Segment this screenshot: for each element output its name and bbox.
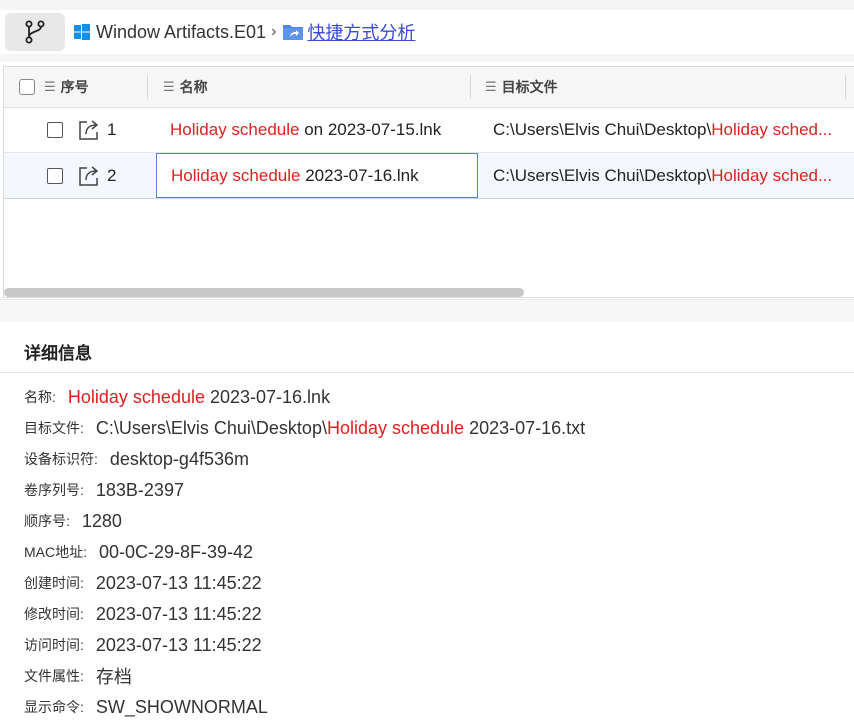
details-panel: 详细信息 名称: Holiday schedule 2023-07-16.lnk… bbox=[0, 322, 854, 725]
detail-mac: MAC地址: 00-0C-29-8F-39-42 bbox=[24, 540, 253, 564]
shortcut-table: ☰ 序号 ☰ 名称 ☰ 目标文件 1 Holiday schedule on 2… bbox=[3, 66, 854, 298]
detail-target-rest: 2023-07-16.txt bbox=[464, 417, 586, 438]
name-rest: on 2023-07-15.lnk bbox=[299, 119, 442, 139]
breadcrumb-separator: › bbox=[271, 23, 277, 40]
detail-value: 2023-07-13 11:45:22 bbox=[95, 603, 262, 624]
name-highlight: Holiday schedule bbox=[170, 119, 300, 139]
name-highlight: Holiday schedule bbox=[171, 165, 301, 185]
detail-modified: 修改时间: 2023-07-13 11:45:22 bbox=[24, 602, 262, 626]
detail-label: 目标文件: bbox=[24, 420, 84, 436]
detail-target: 目标文件: C:\Users\Elvis Chui\Desktop\ Holida… bbox=[24, 416, 585, 440]
table-row[interactable]: 2 Holiday schedule 2023-07-16.lnk C:\Use… bbox=[4, 153, 854, 199]
target-prefix: C:\Users\Elvis Chui\Desktop\ bbox=[493, 165, 712, 185]
table-row[interactable]: 1 Holiday schedule on 2023-07-15.lnk C:\… bbox=[4, 107, 854, 153]
open-external-icon[interactable] bbox=[77, 164, 101, 188]
row-index: 1 bbox=[107, 119, 117, 139]
detail-label: 访问时间: bbox=[24, 637, 84, 653]
column-divider[interactable] bbox=[147, 75, 148, 99]
detail-device: 设备标识符: desktop-g4f536m bbox=[24, 447, 249, 471]
detail-value: 存档 bbox=[95, 667, 132, 687]
detail-label: 创建时间: bbox=[24, 575, 84, 591]
detail-value: SW_SHOWNORMAL bbox=[95, 696, 268, 717]
detail-attributes: 文件属性: 存档 bbox=[24, 664, 132, 688]
details-divider bbox=[0, 372, 854, 373]
git-branch-icon bbox=[25, 20, 45, 44]
detail-label: MAC地址: bbox=[24, 544, 87, 560]
breadcrumb-bar: Window Artifacts.E01 › 快捷方式分析 bbox=[0, 10, 854, 54]
row-index: 2 bbox=[107, 165, 117, 185]
breadcrumb-current[interactable]: 快捷方式分析 bbox=[307, 19, 415, 45]
column-menu-icon: ☰ bbox=[485, 79, 497, 94]
detail-name-rest: 2023-07-16.lnk bbox=[204, 386, 331, 407]
detail-value: 2023-07-13 11:45:22 bbox=[95, 572, 262, 593]
detail-sequence: 顺序号: 1280 bbox=[24, 509, 122, 533]
detail-value: 183B-2397 bbox=[95, 479, 184, 500]
detail-value: desktop-g4f536m bbox=[109, 448, 249, 469]
detail-value: 2023-07-13 11:45:22 bbox=[95, 634, 262, 655]
header-index-label: 序号 bbox=[60, 79, 89, 95]
horizontal-scrollbar[interactable] bbox=[4, 288, 524, 297]
target-highlight: Holiday sched... bbox=[711, 165, 833, 185]
detail-value: 00-0C-29-8F-39-42 bbox=[99, 541, 254, 562]
detail-name: 名称: Holiday schedule 2023-07-16.lnk bbox=[24, 385, 330, 409]
header-target-label: 目标文件 bbox=[501, 79, 558, 95]
header-target[interactable]: ☰ 目标文件 bbox=[485, 67, 558, 107]
detail-value: 1280 bbox=[81, 510, 122, 531]
detail-label: 设备标识符: bbox=[24, 451, 98, 467]
details-title: 详细信息 bbox=[24, 344, 92, 363]
detail-label: 修改时间: bbox=[24, 606, 84, 622]
row-target-cell[interactable]: C:\Users\Elvis Chui\Desktop\ Holiday sche… bbox=[493, 107, 843, 152]
target-prefix: C:\Users\Elvis Chui\Desktop\ bbox=[493, 119, 712, 139]
column-divider[interactable] bbox=[845, 75, 846, 99]
windows-logo-icon bbox=[74, 24, 90, 40]
detail-name-highlight: Holiday schedule bbox=[67, 386, 205, 407]
detail-label: 名称: bbox=[24, 389, 56, 405]
detail-label: 顺序号: bbox=[24, 513, 70, 529]
row-name-cell[interactable]: Holiday schedule on 2023-07-15.lnk bbox=[170, 107, 470, 152]
select-all-checkbox[interactable] bbox=[19, 79, 35, 95]
row-select-cell: 2 bbox=[47, 153, 116, 198]
detail-accessed: 访问时间: 2023-07-13 11:45:22 bbox=[24, 633, 262, 657]
column-menu-icon: ☰ bbox=[163, 79, 175, 94]
detail-label: 卷序列号: bbox=[24, 482, 84, 498]
detail-target-prefix: C:\Users\Elvis Chui\Desktop\ bbox=[95, 417, 327, 438]
detail-volume: 卷序列号: 183B-2397 bbox=[24, 478, 184, 502]
detail-target-highlight: Holiday schedule bbox=[326, 417, 465, 438]
row-target-cell[interactable]: C:\Users\Elvis Chui\Desktop\ Holiday sche… bbox=[493, 153, 843, 198]
column-divider[interactable] bbox=[470, 75, 471, 99]
header-name-label: 名称 bbox=[179, 79, 208, 95]
target-highlight: Holiday sched... bbox=[711, 119, 833, 139]
detail-label: 文件属性: bbox=[24, 668, 84, 684]
detail-label: 显示命令: bbox=[24, 699, 84, 715]
column-menu-icon: ☰ bbox=[44, 79, 56, 94]
top-bar: Window Artifacts.E01 › 快捷方式分析 bbox=[0, 0, 854, 62]
detail-show-command: 显示命令: SW_SHOWNORMAL bbox=[24, 695, 268, 719]
open-external-icon[interactable] bbox=[77, 118, 101, 142]
detail-created: 创建时间: 2023-07-13 11:45:22 bbox=[24, 571, 262, 595]
name-rest: 2023-07-16.lnk bbox=[300, 165, 419, 185]
shortcut-folder-icon bbox=[283, 25, 304, 40]
row-checkbox[interactable] bbox=[47, 167, 63, 184]
row-checkbox[interactable] bbox=[47, 121, 63, 138]
header-index[interactable]: ☰ 序号 bbox=[19, 67, 89, 107]
panel-divider[interactable] bbox=[0, 299, 854, 323]
header-name[interactable]: ☰ 名称 bbox=[163, 67, 208, 107]
breadcrumb: Window Artifacts.E01 › 快捷方式分析 bbox=[74, 18, 415, 46]
table-header: ☰ 序号 ☰ 名称 ☰ 目标文件 bbox=[4, 67, 854, 108]
breadcrumb-root[interactable]: Window Artifacts.E01 bbox=[96, 22, 266, 43]
row-select-cell: 1 bbox=[47, 107, 116, 152]
branch-button[interactable] bbox=[5, 13, 65, 51]
row-name-cell[interactable]: Holiday schedule 2023-07-16.lnk bbox=[156, 153, 478, 198]
